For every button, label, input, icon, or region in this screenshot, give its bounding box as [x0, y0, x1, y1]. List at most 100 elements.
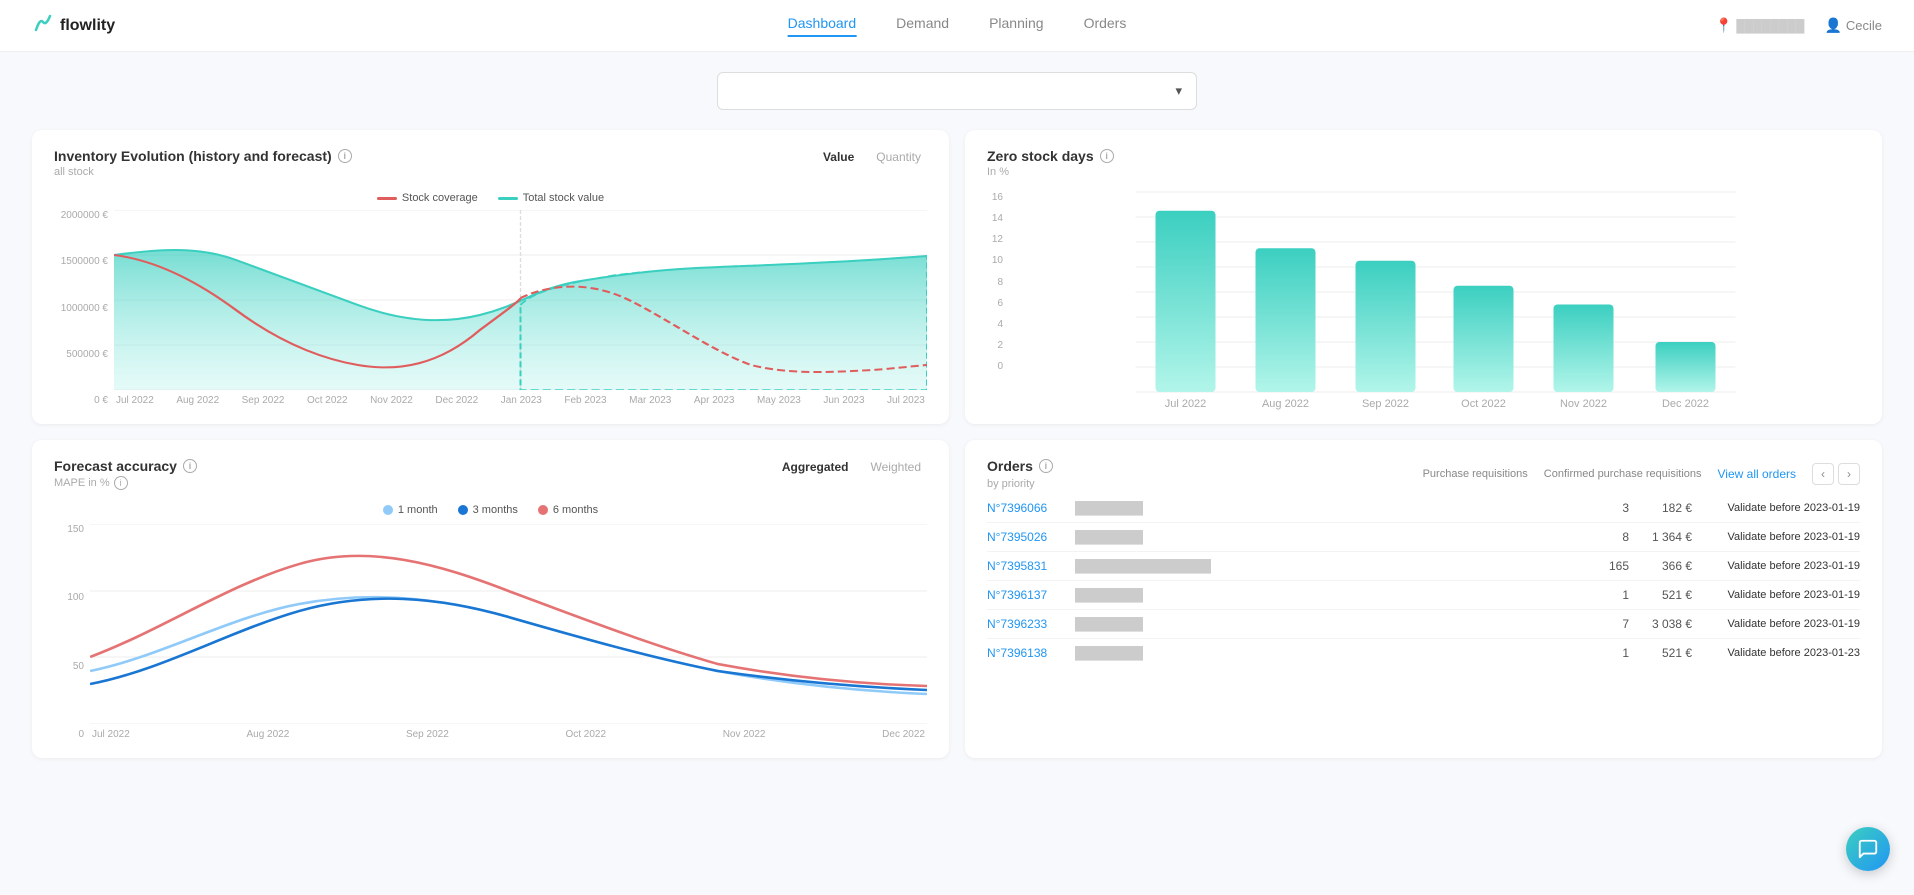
col-confirmed-req: Confirmed purchase requisitions: [1544, 468, 1702, 480]
legend-coverage-label: Stock coverage: [402, 192, 478, 204]
order-id-1[interactable]: N°7395026: [987, 530, 1067, 544]
order-id-2[interactable]: N°7395831: [987, 559, 1067, 573]
order-desc-0: ████████: [1075, 501, 1591, 515]
orders-card: Orders i by priority Purchase requisitio…: [965, 440, 1882, 758]
legend-3m: 3 months: [458, 504, 518, 516]
header-user: 👤 Cecile: [1824, 17, 1882, 34]
forecast-x-axis: Jul 2022 Aug 2022 Sep 2022 Oct 2022 Nov …: [90, 729, 927, 740]
table-row: N°7396066 ████████ 3 182 € Validate befo…: [987, 494, 1860, 523]
bar-nov: [1554, 305, 1614, 393]
inventory-info-icon[interactable]: i: [338, 149, 352, 163]
app-name: flowlity: [60, 17, 115, 35]
inventory-title: Inventory Evolution (history and forecas…: [54, 148, 352, 164]
view-all-orders[interactable]: View all orders: [1718, 467, 1796, 481]
order-desc-4: ████████: [1075, 617, 1591, 631]
x-label-jul: Jul 2022: [1165, 398, 1207, 410]
forecast-chart: Jul 2022 Aug 2022 Sep 2022 Oct 2022 Nov …: [90, 524, 927, 740]
toggle-quantity[interactable]: Quantity: [870, 148, 927, 166]
orders-prev[interactable]: ‹: [1812, 463, 1834, 485]
forecast-accuracy-card: Forecast accuracy i MAPE in % i Aggregat…: [32, 440, 949, 758]
order-validate-2: Validate before 2023-01-19: [1700, 560, 1860, 572]
zero-stock-y-axis: 16 14 12 10 8 6 4 2 0: [987, 192, 1011, 372]
zero-stock-title-text: Zero stock days: [987, 148, 1094, 164]
order-val-5: 521 €: [1637, 646, 1692, 660]
inventory-x-axis: Jul 2022 Aug 2022 Sep 2022 Oct 2022 Nov …: [114, 395, 927, 406]
logo: flowlity: [32, 12, 152, 40]
user-icon: 👤: [1824, 17, 1841, 34]
location-text: ████████: [1736, 19, 1804, 33]
order-desc-3: ████████: [1075, 588, 1591, 602]
forecast-title-text: Forecast accuracy: [54, 458, 177, 474]
forecast-title: Forecast accuracy i: [54, 458, 197, 474]
main-content: ▾ Inventory Evolution (history and forec…: [0, 52, 1914, 778]
zero-stock-title: Zero stock days i: [987, 148, 1114, 164]
legend-1m-label: 1 month: [398, 504, 438, 516]
order-id-0[interactable]: N°7396066: [987, 501, 1067, 515]
order-validate-0: Validate before 2023-01-19: [1700, 502, 1860, 514]
toggle-weighted[interactable]: Weighted: [865, 458, 927, 476]
order-val-4: 3 038 €: [1637, 617, 1692, 631]
main-dropdown[interactable]: ▾: [717, 72, 1197, 110]
order-validate-1: Validate before 2023-01-19: [1700, 531, 1860, 543]
legend-total-value: Total stock value: [498, 192, 604, 204]
forecast-header: Forecast accuracy i MAPE in % i Aggregat…: [54, 458, 927, 500]
dashboard-grid: Inventory Evolution (history and forecas…: [32, 130, 1882, 758]
toggle-aggregated[interactable]: Aggregated: [776, 458, 855, 476]
inventory-toggle: Value Quantity: [817, 148, 927, 166]
legend-3m-label: 3 months: [473, 504, 518, 516]
table-row: N°7395831 ████████████████ 165 366 € Val…: [987, 552, 1860, 581]
x-label-sep: Sep 2022: [1362, 398, 1409, 410]
forecast-chart-container: 150 100 50 0: [54, 524, 927, 740]
legend-1m: 1 month: [383, 504, 438, 516]
x-label-nov: Nov 2022: [1560, 398, 1607, 410]
header: flowlity Dashboard Demand Planning Order…: [0, 0, 1914, 52]
zero-stock-chart-container: 16 14 12 10 8 6 4 2 0: [987, 192, 1860, 395]
nav-demand[interactable]: Demand: [896, 15, 949, 37]
table-row: N°7396233 ████████ 7 3 038 € Validate be…: [987, 610, 1860, 639]
order-desc-2: ████████████████: [1075, 559, 1591, 573]
orders-list: N°7396066 ████████ 3 182 € Validate befo…: [987, 494, 1860, 667]
order-id-4[interactable]: N°7396233: [987, 617, 1067, 631]
logo-icon: [32, 12, 54, 40]
bar-aug: [1256, 248, 1316, 392]
order-id-5[interactable]: N°7396138: [987, 646, 1067, 660]
header-location: 📍 ████████: [1715, 17, 1804, 34]
legend-6m-dot: [538, 505, 548, 515]
order-qty-0: 3: [1599, 501, 1629, 515]
orders-info-icon[interactable]: i: [1039, 459, 1053, 473]
nav-dashboard[interactable]: Dashboard: [788, 15, 857, 37]
orders-subtitle: by priority: [987, 478, 1053, 490]
toggle-value[interactable]: Value: [817, 148, 860, 166]
order-qty-1: 8: [1599, 530, 1629, 544]
zero-stock-subtitle: In %: [987, 166, 1114, 178]
zero-stock-info-icon[interactable]: i: [1100, 149, 1114, 163]
inventory-title-text: Inventory Evolution (history and forecas…: [54, 148, 332, 164]
forecast-info-icon[interactable]: i: [183, 459, 197, 473]
order-val-0: 182 €: [1637, 501, 1692, 515]
orders-title-text: Orders: [987, 458, 1033, 474]
order-validate-4: Validate before 2023-01-19: [1700, 618, 1860, 630]
line-6m: [90, 556, 927, 686]
zero-stock-card: Zero stock days i In % 16 14 12 10 8 6 4…: [965, 130, 1882, 424]
order-qty-4: 7: [1599, 617, 1629, 631]
chat-button[interactable]: [1846, 827, 1890, 871]
order-qty-2: 165: [1599, 559, 1629, 573]
nav-orders[interactable]: Orders: [1084, 15, 1127, 37]
order-qty-3: 1: [1599, 588, 1629, 602]
forecast-mape-info-icon[interactable]: i: [114, 476, 128, 490]
orders-col-labels: Purchase requisitions Confirmed purchase…: [1423, 468, 1702, 480]
orders-next[interactable]: ›: [1838, 463, 1860, 485]
nav-planning[interactable]: Planning: [989, 15, 1044, 37]
legend-value-line: [498, 197, 518, 200]
forecast-toggle: Aggregated Weighted: [776, 458, 927, 476]
table-row: N°7396138 ████████ 1 521 € Validate befo…: [987, 639, 1860, 667]
x-label-aug: Aug 2022: [1262, 398, 1309, 410]
inventory-chart: Jul 2022 Aug 2022 Sep 2022 Oct 2022 Nov …: [114, 210, 927, 406]
filter-row: ▾: [32, 72, 1882, 110]
order-val-2: 366 €: [1637, 559, 1692, 573]
inventory-evolution-card: Inventory Evolution (history and forecas…: [32, 130, 949, 424]
forecast-svg: [90, 524, 927, 724]
chevron-down-icon: ▾: [1175, 83, 1182, 99]
order-id-3[interactable]: N°7396137: [987, 588, 1067, 602]
x-label-oct: Oct 2022: [1461, 398, 1506, 410]
